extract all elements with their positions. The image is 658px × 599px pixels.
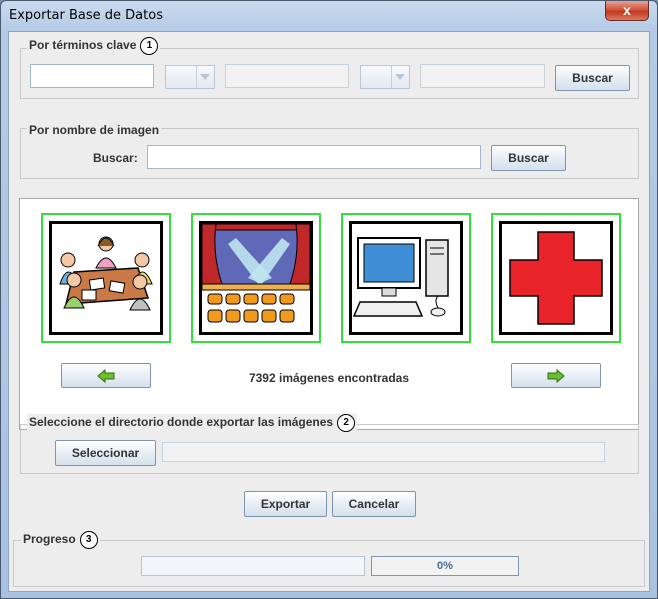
image-name-input[interactable] — [147, 145, 481, 169]
keyword-operator-1[interactable] — [165, 65, 215, 89]
next-page-button[interactable] — [511, 363, 601, 388]
cancel-button[interactable]: Cancelar — [332, 491, 416, 517]
step-2-badge: 2 — [337, 414, 356, 432]
keyword-field-3[interactable] — [420, 64, 545, 88]
directory-legend-text: Seleccione el directorio donde exportar … — [29, 415, 334, 430]
export-button[interactable]: Exportar — [244, 491, 327, 517]
results-gallery: 7392 imágenes encontradas — [19, 198, 639, 430]
theater-pictogram-icon — [202, 224, 310, 323]
arrow-right-icon — [547, 368, 565, 383]
chevron-down-icon — [200, 74, 210, 80]
meeting-pictogram-icon — [59, 236, 153, 311]
keywords-legend-text: Por términos clave — [29, 38, 137, 53]
window-title: Exportar Base de Datos — [9, 8, 163, 23]
thumbnail-meeting[interactable] — [41, 213, 171, 343]
progress-legend-text: Progreso — [23, 532, 76, 547]
thumbnail-red-cross[interactable] — [491, 213, 621, 343]
keyword-field-1[interactable] — [30, 64, 154, 88]
thumbnail-computer[interactable] — [341, 213, 471, 343]
thumbnail-theater[interactable] — [191, 213, 321, 343]
step-3-badge: 3 — [79, 531, 98, 549]
image-name-legend: Por nombre de imagen — [27, 123, 162, 137]
chevron-down-icon — [395, 74, 405, 80]
close-button[interactable]: x — [605, 1, 649, 21]
step-1-badge: 1 — [140, 37, 159, 55]
progress-percent: 0% — [371, 556, 519, 576]
title-bar: Exportar Base de Datos x — [1, 1, 657, 31]
computer-pictogram-icon — [352, 237, 449, 317]
image-name-label: Buscar: — [93, 151, 138, 165]
progress-legend: Progreso 3 — [21, 531, 100, 549]
keyword-operator-2[interactable] — [360, 65, 410, 89]
keyword-field-2[interactable] — [225, 64, 349, 88]
directory-path-field — [162, 442, 605, 462]
keywords-search-button[interactable]: Buscar — [555, 65, 630, 91]
dialog-content: Por términos clave 1 Buscar Por nombre de… — [8, 31, 650, 592]
directory-legend: Seleccione el directorio donde exportar … — [27, 414, 358, 432]
image-name-search-button[interactable]: Buscar — [491, 145, 566, 171]
keywords-legend: Por términos clave 1 — [27, 37, 161, 55]
select-directory-button[interactable]: Seleccionar — [55, 440, 156, 466]
red-cross-pictogram-icon — [509, 231, 603, 325]
progress-bar — [141, 556, 365, 576]
export-dialog: Exportar Base de Datos x Por términos cl… — [0, 0, 658, 599]
